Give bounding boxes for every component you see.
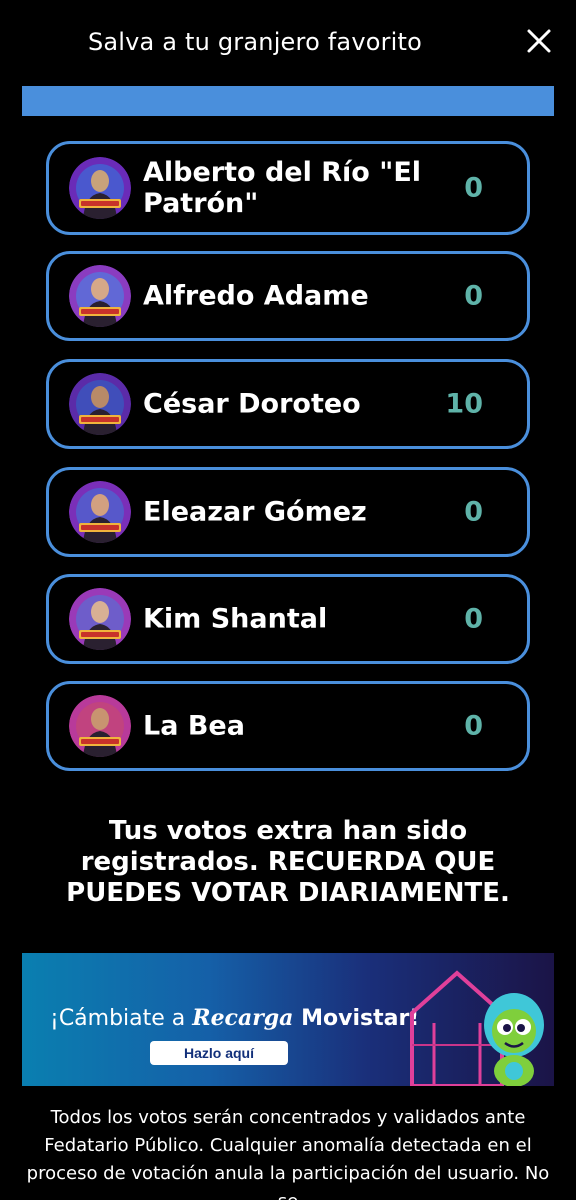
vote-page: Salva a tu granjero favorito Alberto del… [0, 0, 576, 1200]
candidate-card[interactable]: Alberto del Río "El Patrón" 0 [46, 141, 530, 235]
avatar-art [69, 373, 131, 435]
header: Salva a tu granjero favorito [0, 0, 576, 86]
vote-count: 0 [464, 603, 483, 635]
avatar [69, 481, 131, 543]
candidate-card[interactable]: César Doroteo 10 [46, 359, 530, 449]
candidate-card[interactable]: Kim Shantal 0 [46, 574, 530, 664]
candidate-list: Alberto del Río "El Patrón" 0 Alfredo Ad… [46, 141, 530, 771]
disclaimer-text: Todos los votos serán concentrados y val… [26, 1107, 550, 1200]
candidate-name: César Doroteo [143, 388, 361, 420]
avatar-art [69, 588, 131, 650]
candidate-name: Alberto del Río "El Patrón" [143, 157, 422, 219]
candidate-card[interactable]: Eleazar Gómez 0 [46, 467, 530, 557]
mascot-house-illustration [410, 970, 544, 1086]
candidate-name: La Bea [143, 710, 245, 742]
close-icon [527, 29, 551, 53]
vote-count: 10 [445, 388, 483, 420]
confirmation-message: Tus votos extra han sido registrados. RE… [66, 816, 510, 908]
avatar [69, 588, 131, 650]
candidate-name: Eleazar Gómez [143, 496, 367, 528]
avatar-art [69, 695, 131, 757]
close-button[interactable] [524, 26, 554, 56]
vote-count: 0 [464, 496, 483, 528]
avatar [69, 157, 131, 219]
vote-count: 0 [464, 280, 483, 312]
avatar [69, 265, 131, 327]
candidate-card[interactable]: Alfredo Adame 0 [46, 251, 530, 341]
avatar [69, 695, 131, 757]
avatar [69, 373, 131, 435]
progress-bar [22, 86, 554, 116]
avatar-art [69, 157, 131, 219]
vote-count: 0 [464, 710, 483, 742]
candidate-name: Alfredo Adame [143, 280, 369, 312]
avatar-art [69, 481, 131, 543]
banner-text-prefix: ¡Cámbiate a [50, 1006, 193, 1031]
banner-text: ¡Cámbiate a Recarga Movistar! [50, 1005, 419, 1031]
promo-banner[interactable]: ¡Cámbiate a Recarga Movistar! Hazlo aquí [22, 953, 554, 1086]
candidate-name: Kim Shantal [143, 603, 328, 635]
vote-count: 0 [464, 172, 483, 204]
page-title: Salva a tu granjero favorito [87, 28, 423, 56]
banner-cta-button[interactable]: Hazlo aquí [150, 1041, 288, 1065]
avatar-art [69, 265, 131, 327]
banner-brand: Recarga [192, 1005, 294, 1031]
candidate-card[interactable]: La Bea 0 [46, 681, 530, 771]
